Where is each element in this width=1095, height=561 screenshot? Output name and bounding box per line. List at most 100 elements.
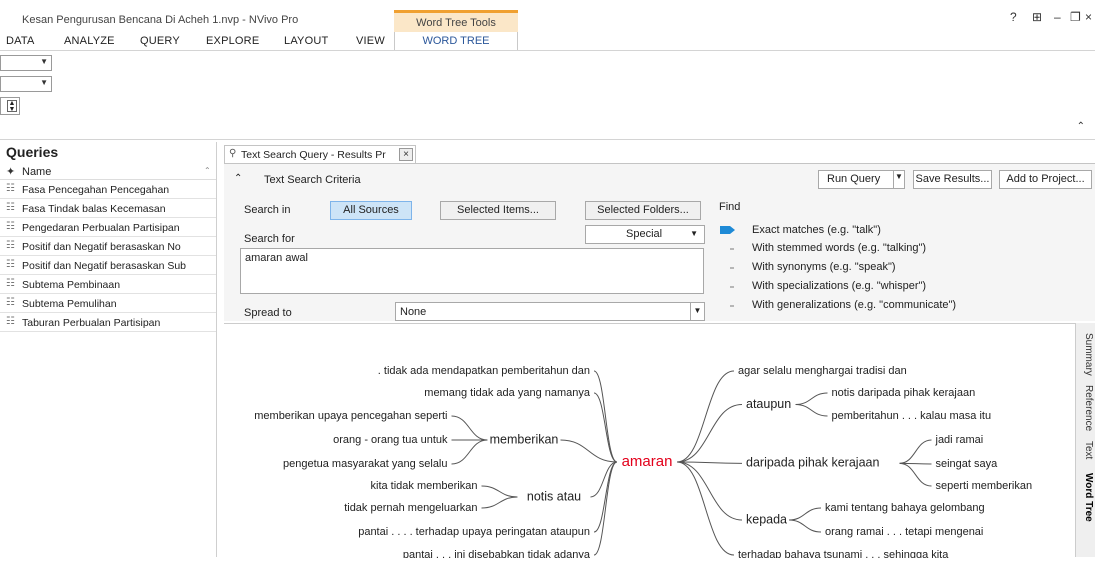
search-text-field[interactable]: amaran awal [240, 248, 704, 294]
tab-layout[interactable]: LAYOUT [284, 35, 328, 47]
word-tree-phrase-right[interactable]: orang ramai . . . tetapi mengenai [825, 526, 983, 538]
query-icon: ☷ [6, 316, 15, 327]
word-tree-node-left[interactable]: memberikan [490, 432, 559, 446]
word-tree-branch [451, 415, 488, 441]
document-tab[interactable]: ⚲ Text Search Query - Results Pr × [224, 145, 416, 163]
spread-to-select[interactable]: None ▼ [395, 302, 705, 321]
close-icon[interactable]: × [1085, 10, 1092, 24]
spread-to-label: Spread to [244, 307, 292, 319]
word-tree-phrase-left[interactable]: orang - orang tua untuk [333, 434, 448, 446]
tab-explore[interactable]: EXPLORE [206, 35, 259, 47]
query-icon: ☷ [6, 297, 15, 308]
word-tree-node-right[interactable]: ataupun [746, 397, 791, 411]
find-option-exact[interactable]: Exact matches (e.g. "talk") [752, 224, 881, 236]
word-tree-phrase-left[interactable]: memang tidak ada yang namanya [424, 387, 591, 399]
word-tree-phrase-left[interactable]: memberikan upaya pencegahan seperti [254, 410, 447, 422]
find-level-slider[interactable] [718, 222, 738, 312]
word-tree-phrase-left[interactable]: pengetua masyarakat yang selalu [283, 458, 448, 470]
tab-view[interactable]: VIEW [356, 35, 385, 47]
document-tab-label: Text Search Query - Results Pr [241, 149, 386, 161]
find-slider-marker[interactable] [720, 226, 735, 234]
query-icon: ☷ [6, 278, 15, 289]
restore-icon[interactable]: ❐ [1070, 10, 1081, 24]
add-to-project-button[interactable]: Add to Project... [999, 170, 1092, 189]
word-tree-view: amaran . tidak ada mendapatkan pemberitah… [224, 323, 1075, 561]
all-sources-button[interactable]: All Sources [330, 201, 412, 220]
side-tab-text[interactable]: Text [1078, 441, 1094, 459]
find-option-stemmed[interactable]: With stemmed words (e.g. "talking") [752, 242, 926, 254]
word-tree-root[interactable]: amaran [622, 453, 673, 470]
selected-folders-button[interactable]: Selected Folders... [585, 201, 701, 220]
word-tree-phrase-left[interactable]: pantai . . . . terhadap upaya peringatan… [358, 526, 590, 538]
word-tree-branch [451, 439, 488, 465]
find-option-synonyms[interactable]: With synonyms (e.g. "speak") [752, 261, 896, 273]
word-tree-branch [593, 392, 618, 463]
collapse-ribbon-icon[interactable]: ⌃ [1077, 121, 1085, 132]
word-tree-branch [788, 519, 822, 533]
run-query-button[interactable]: Run Query [818, 170, 905, 189]
word-tree-branch [899, 439, 932, 464]
queries-panel: Queries ✦ Name ⌃ ☷ Fasa Pencegahan Penceg… [0, 142, 217, 557]
word-tree-branch [795, 392, 828, 405]
word-tree-phrase-left[interactable]: . tidak ada mendapatkan pemberitahun dan [378, 365, 590, 377]
special-label: Special [626, 228, 663, 240]
query-item[interactable]: ☷ Positif dan Negatif berasaskan Sub [0, 256, 216, 275]
side-tab-summary[interactable]: Summary [1078, 333, 1094, 376]
query-item[interactable]: ☷ Fasa Pencegahan Pencegahan [0, 180, 216, 199]
query-item[interactable]: ☷ Positif dan Negatif berasaskan No [0, 237, 216, 256]
ribbon-display-icon[interactable]: ⊞ [1032, 10, 1042, 24]
ribbon-combo-2[interactable]: ▼ [0, 76, 52, 92]
ribbon: ▼ ▼ ▲ ▼ ⌃ [0, 50, 1095, 140]
find-option-generalizations[interactable]: With generalizations (e.g. "communicate"… [752, 299, 956, 311]
query-item[interactable]: ☷ Fasa Tindak balas Kecemasan [0, 199, 216, 218]
tab-analyze[interactable]: ANALYZE [64, 35, 115, 47]
word-tree-branch [481, 496, 518, 509]
word-tree-phrase-right[interactable]: seperti memberikan [936, 480, 1033, 492]
close-tab-icon[interactable]: × [399, 148, 413, 161]
special-dropdown[interactable]: Special ▼ [585, 225, 705, 244]
find-option-specializations[interactable]: With specializations (e.g. "whisper") [752, 280, 926, 292]
word-tree-phrase-left[interactable]: tidak pernah mengeluarkan [344, 502, 477, 514]
search-for-label: Search for [244, 233, 295, 245]
spread-to-value: None [400, 306, 427, 318]
pin-icon: ✦ [6, 166, 16, 178]
word-tree-phrase-right[interactable]: kami tentang bahaya gelombang [825, 502, 985, 514]
word-tree-phrase-right[interactable]: jadi ramai [935, 434, 984, 446]
word-tree-phrase-left[interactable]: kita tidak memberikan [371, 480, 478, 492]
query-item-label: Pengedaran Perbualan Partisipan [22, 222, 180, 234]
side-tab-word-tree[interactable]: Word Tree [1078, 473, 1094, 522]
collapse-criteria-icon[interactable]: ⌃ [234, 173, 242, 184]
word-tree-phrase-right[interactable]: pemberitahun . . . kalau masa itu [832, 410, 992, 422]
help-icon[interactable]: ? [1010, 10, 1017, 24]
word-tree-node-right[interactable]: daripada pihak kerajaan [746, 456, 879, 470]
word-tree-node-right[interactable]: kepada [746, 512, 787, 526]
query-icon: ☷ [6, 202, 15, 213]
side-tab-reference[interactable]: Reference [1078, 385, 1094, 431]
column-header[interactable]: ✦ Name ⌃ [0, 164, 216, 180]
tab-word-tree[interactable]: WORD TREE [394, 32, 518, 52]
save-results-button[interactable]: Save Results... [913, 170, 992, 189]
tab-data[interactable]: DATA [6, 35, 35, 47]
minimize-icon[interactable]: – [1054, 10, 1061, 24]
query-item[interactable]: ☷ Subtema Pemulihan [0, 294, 216, 313]
run-query-dropdown[interactable]: ▼ [893, 170, 905, 189]
word-tree-node-left[interactable]: notis atau [527, 489, 581, 503]
ribbon-combo-1[interactable]: ▼ [0, 55, 52, 71]
word-tree-phrase-right[interactable]: agar selalu menghargai tradisi dan [738, 365, 907, 377]
ribbon-spinner[interactable]: ▲ ▼ [0, 97, 20, 115]
word-tree-phrase-right[interactable]: notis daripada pihak kerajaan [832, 387, 976, 399]
query-icon: ☷ [6, 183, 15, 194]
query-item-label: Subtema Pemulihan [22, 298, 117, 310]
word-tree-branch [795, 404, 828, 417]
word-tree-phrase-right[interactable]: seingat saya [936, 458, 999, 470]
tab-query[interactable]: QUERY [140, 35, 180, 47]
word-tree-tools-group: Word Tree Tools [394, 10, 518, 32]
selected-items-button[interactable]: Selected Items... [440, 201, 556, 220]
word-tree-canvas[interactable]: amaran . tidak ada mendapatkan pemberitah… [224, 324, 1075, 561]
query-item[interactable]: ☷ Taburan Perbualan Partisipan [0, 313, 216, 332]
chevron-down-icon: ▼ [40, 57, 48, 66]
query-item[interactable]: ☷ Subtema Pembinaan [0, 275, 216, 294]
word-tree-branch [481, 485, 518, 498]
query-item[interactable]: ☷ Pengedaran Perbualan Partisipan [0, 218, 216, 237]
sort-icon: ⌃ [204, 166, 211, 175]
